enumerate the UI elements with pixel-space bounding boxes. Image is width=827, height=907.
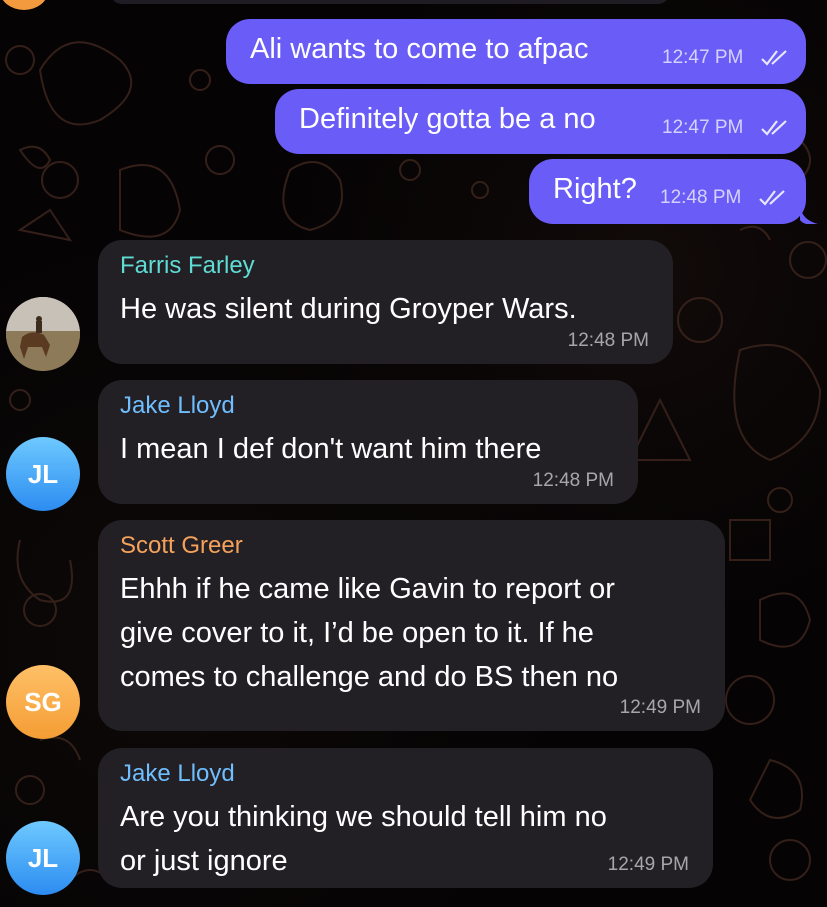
message-line: Ehhh if he came like Gavin to report or <box>120 573 615 605</box>
incoming-message[interactable]: Farris Farley He was silent during Groyp… <box>98 240 673 364</box>
message-line: I mean I def don't want him there <box>120 433 542 465</box>
incoming-message[interactable]: Scott Greer Ehhh if he came like Gavin t… <box>98 520 725 731</box>
message-text: Definitely gotta be a no <box>299 103 596 135</box>
message-time: 12:47 PM <box>662 117 744 138</box>
double-check-icon <box>761 120 787 136</box>
bubble-tail <box>800 206 818 224</box>
avatar[interactable]: JL <box>6 437 80 511</box>
sender-name[interactable]: Farris Farley <box>120 252 255 280</box>
message-line: comes to challenge and do BS then no <box>120 661 619 693</box>
message-line: give cover to it, I’d be open to it. If … <box>120 617 594 649</box>
avatar[interactable]: JL <box>6 821 80 895</box>
message-line: or just ignore <box>120 845 288 877</box>
message-text: Right? <box>553 173 637 205</box>
chat-area[interactable]: Ali wants to come to afpac 12:47 PM Defi… <box>0 0 827 907</box>
message-text: Are you thinking we should tell him no o… <box>120 795 607 883</box>
sender-name[interactable]: Scott Greer <box>120 532 243 560</box>
double-check-icon <box>761 50 787 66</box>
message-time: 12:48 PM <box>532 470 614 491</box>
message-time: 12:47 PM <box>662 47 744 68</box>
message-time: 12:48 PM <box>660 187 742 208</box>
sender-name[interactable]: Jake Lloyd <box>120 760 235 788</box>
message-time: 12:48 PM <box>567 330 649 351</box>
message-time: 12:49 PM <box>607 854 689 875</box>
outgoing-message[interactable]: Ali wants to come to afpac 12:47 PM <box>226 19 806 84</box>
incoming-message[interactable]: Jake Lloyd Are you thinking we should te… <box>98 748 713 888</box>
double-check-icon <box>759 190 785 206</box>
message-time: 12:49 PM <box>619 697 701 718</box>
message-text: Ali wants to come to afpac <box>250 33 589 65</box>
message-text: Ehhh if he came like Gavin to report or … <box>120 567 618 699</box>
avatar-initials: JL <box>27 842 59 873</box>
incoming-message[interactable]: Jake Lloyd I mean I def don't want him t… <box>98 380 638 504</box>
avatar-initials: JL <box>27 458 59 489</box>
previous-message-bubble[interactable] <box>110 0 670 4</box>
sender-name[interactable]: Jake Lloyd <box>120 392 235 420</box>
message-line: Are you thinking we should tell him no <box>120 801 607 833</box>
message-text: He was silent during Groyper Wars. <box>120 287 577 331</box>
avatar-initials: SG <box>24 686 62 717</box>
profile-photo <box>6 297 80 371</box>
avatar[interactable] <box>6 297 80 371</box>
outgoing-message[interactable]: Right? 12:48 PM <box>529 159 806 224</box>
avatar[interactable]: SG <box>6 665 80 739</box>
message-text: I mean I def don't want him there <box>120 427 541 471</box>
message-line: He was silent during Groyper Wars. <box>120 293 577 325</box>
outgoing-message[interactable]: Definitely gotta be a no 12:47 PM <box>275 89 806 154</box>
